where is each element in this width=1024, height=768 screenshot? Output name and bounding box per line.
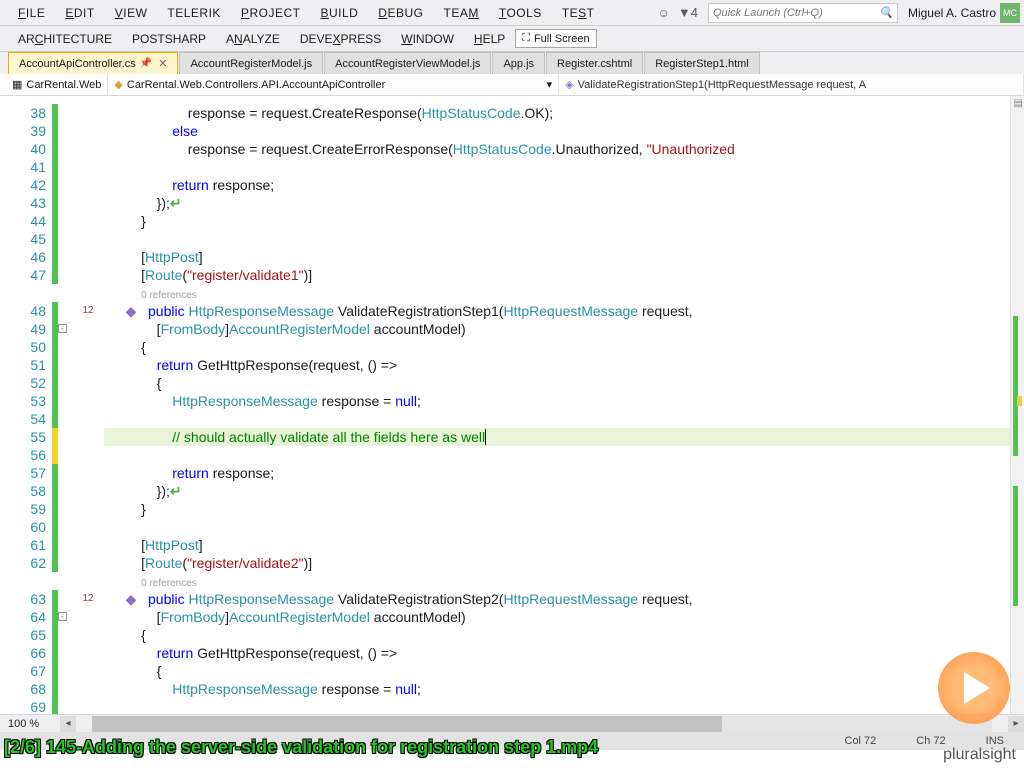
quick-launch-input[interactable]: Quick Launch (Ctrl+Q) 🔍 xyxy=(708,3,898,23)
class-icon: ◆ xyxy=(114,78,122,91)
member-selector[interactable]: ◈ ValidateRegistrationStep1(HttpRequestM… xyxy=(559,74,1024,95)
document-tab[interactable]: AccountRegisterViewModel.js xyxy=(324,52,491,74)
breadcrumb-bar: ▦ CarRental.Web ◆ CarRental.Web.Controll… xyxy=(0,74,1024,96)
zoom-level[interactable]: 100 % xyxy=(0,718,60,730)
pin-icon[interactable]: 📌 xyxy=(140,58,152,69)
split-icon[interactable]: ▤ xyxy=(1014,98,1023,109)
menu-project[interactable]: PROJECT xyxy=(231,2,311,24)
play-button[interactable] xyxy=(938,652,1010,724)
user-name[interactable]: Miguel A. Castro xyxy=(908,6,996,20)
document-tabs: AccountApiController.cs 📌 ✕ AccountRegister… xyxy=(0,52,1024,74)
line-number-gutter: 3839404142434445464748495051525354555657… xyxy=(0,96,52,732)
user-avatar[interactable]: MC xyxy=(1000,3,1020,23)
menu-file[interactable]: FILE xyxy=(8,2,55,24)
dropdown-icon: ▾ xyxy=(547,78,553,91)
status-col: Col 72 xyxy=(825,735,897,747)
tab-label: RegisterStep1.html xyxy=(655,58,749,70)
menu-team[interactable]: TEAM xyxy=(433,2,488,24)
method-icon: ◈ xyxy=(565,78,573,91)
class-selector[interactable]: ◆ CarRental.Web.Controllers.API.AccountA… xyxy=(108,74,559,95)
menu-devexpress[interactable]: DEVEXPRESS xyxy=(290,28,391,50)
scroll-right-button[interactable]: ▸ xyxy=(1008,716,1024,732)
codelens-column: 1212 xyxy=(72,96,104,732)
tab-label: AccountRegisterViewModel.js xyxy=(335,58,480,70)
menu-postsharp[interactable]: POSTSHARP xyxy=(122,28,216,50)
menu-architecture[interactable]: ARCHITECTURE xyxy=(8,28,122,50)
menu-telerik[interactable]: TELERIK xyxy=(157,2,231,24)
menu-test[interactable]: TEST xyxy=(552,2,605,24)
editor-bottom-bar: 100 % ◂ ▸ xyxy=(0,714,1024,732)
tab-label: AccountApiController.cs xyxy=(19,58,136,70)
menu-bar: FILE EDIT VIEW TELERIK PROJECT BUILD DEB… xyxy=(0,0,1024,26)
menu-help[interactable]: HELP xyxy=(464,28,515,50)
menu-window[interactable]: WINDOW xyxy=(391,28,464,50)
tab-label: AccountRegisterModel.js xyxy=(190,58,312,70)
menu-debug[interactable]: DEBUG xyxy=(368,2,433,24)
document-tab[interactable]: AccountRegisterModel.js xyxy=(179,52,323,74)
menu-analyze[interactable]: ANALYZE xyxy=(216,28,290,50)
project-icon: ▦ xyxy=(12,78,22,91)
search-icon: 🔍 xyxy=(879,6,893,19)
scroll-left-button[interactable]: ◂ xyxy=(60,716,76,732)
menu-view[interactable]: VIEW xyxy=(105,2,158,24)
menu-bar-2: ARCHITECTURE POSTSHARP ANALYZE DEVEXPRES… xyxy=(0,26,1024,52)
overview-ruler[interactable]: ▤ xyxy=(1010,96,1024,732)
document-tab[interactable]: App.js xyxy=(492,52,545,74)
tab-label: App.js xyxy=(503,58,534,70)
fullscreen-icon: ⛶ xyxy=(522,32,530,45)
project-selector[interactable]: ▦ CarRental.Web xyxy=(6,74,108,95)
pluralsight-logo: pluralsight xyxy=(943,746,1016,764)
document-tab[interactable]: AccountApiController.cs 📌 ✕ xyxy=(8,52,178,74)
code-area[interactable]: response = request.CreateResponse(HttpSt… xyxy=(104,96,1024,732)
notifications-icon[interactable]: ▼4 xyxy=(678,5,698,20)
menu-edit[interactable]: EDIT xyxy=(55,2,104,24)
horizontal-scrollbar[interactable] xyxy=(92,716,992,732)
document-tab[interactable]: Register.cshtml xyxy=(546,52,643,74)
menu-build[interactable]: BUILD xyxy=(310,2,368,24)
document-tab[interactable]: RegisterStep1.html xyxy=(644,52,760,74)
close-icon[interactable]: ✕ xyxy=(158,57,167,70)
video-title-overlay: [2/6] 145-Adding the server-side validat… xyxy=(4,737,598,758)
full-screen-button[interactable]: ⛶ Full Screen xyxy=(515,29,596,48)
feedback-icon[interactable]: ☺ xyxy=(658,6,670,20)
fold-column[interactable]: -- xyxy=(58,96,72,732)
tab-label: Register.cshtml xyxy=(557,58,632,70)
code-editor[interactable]: 3839404142434445464748495051525354555657… xyxy=(0,96,1024,732)
menu-tools[interactable]: TOOLS xyxy=(489,2,552,24)
